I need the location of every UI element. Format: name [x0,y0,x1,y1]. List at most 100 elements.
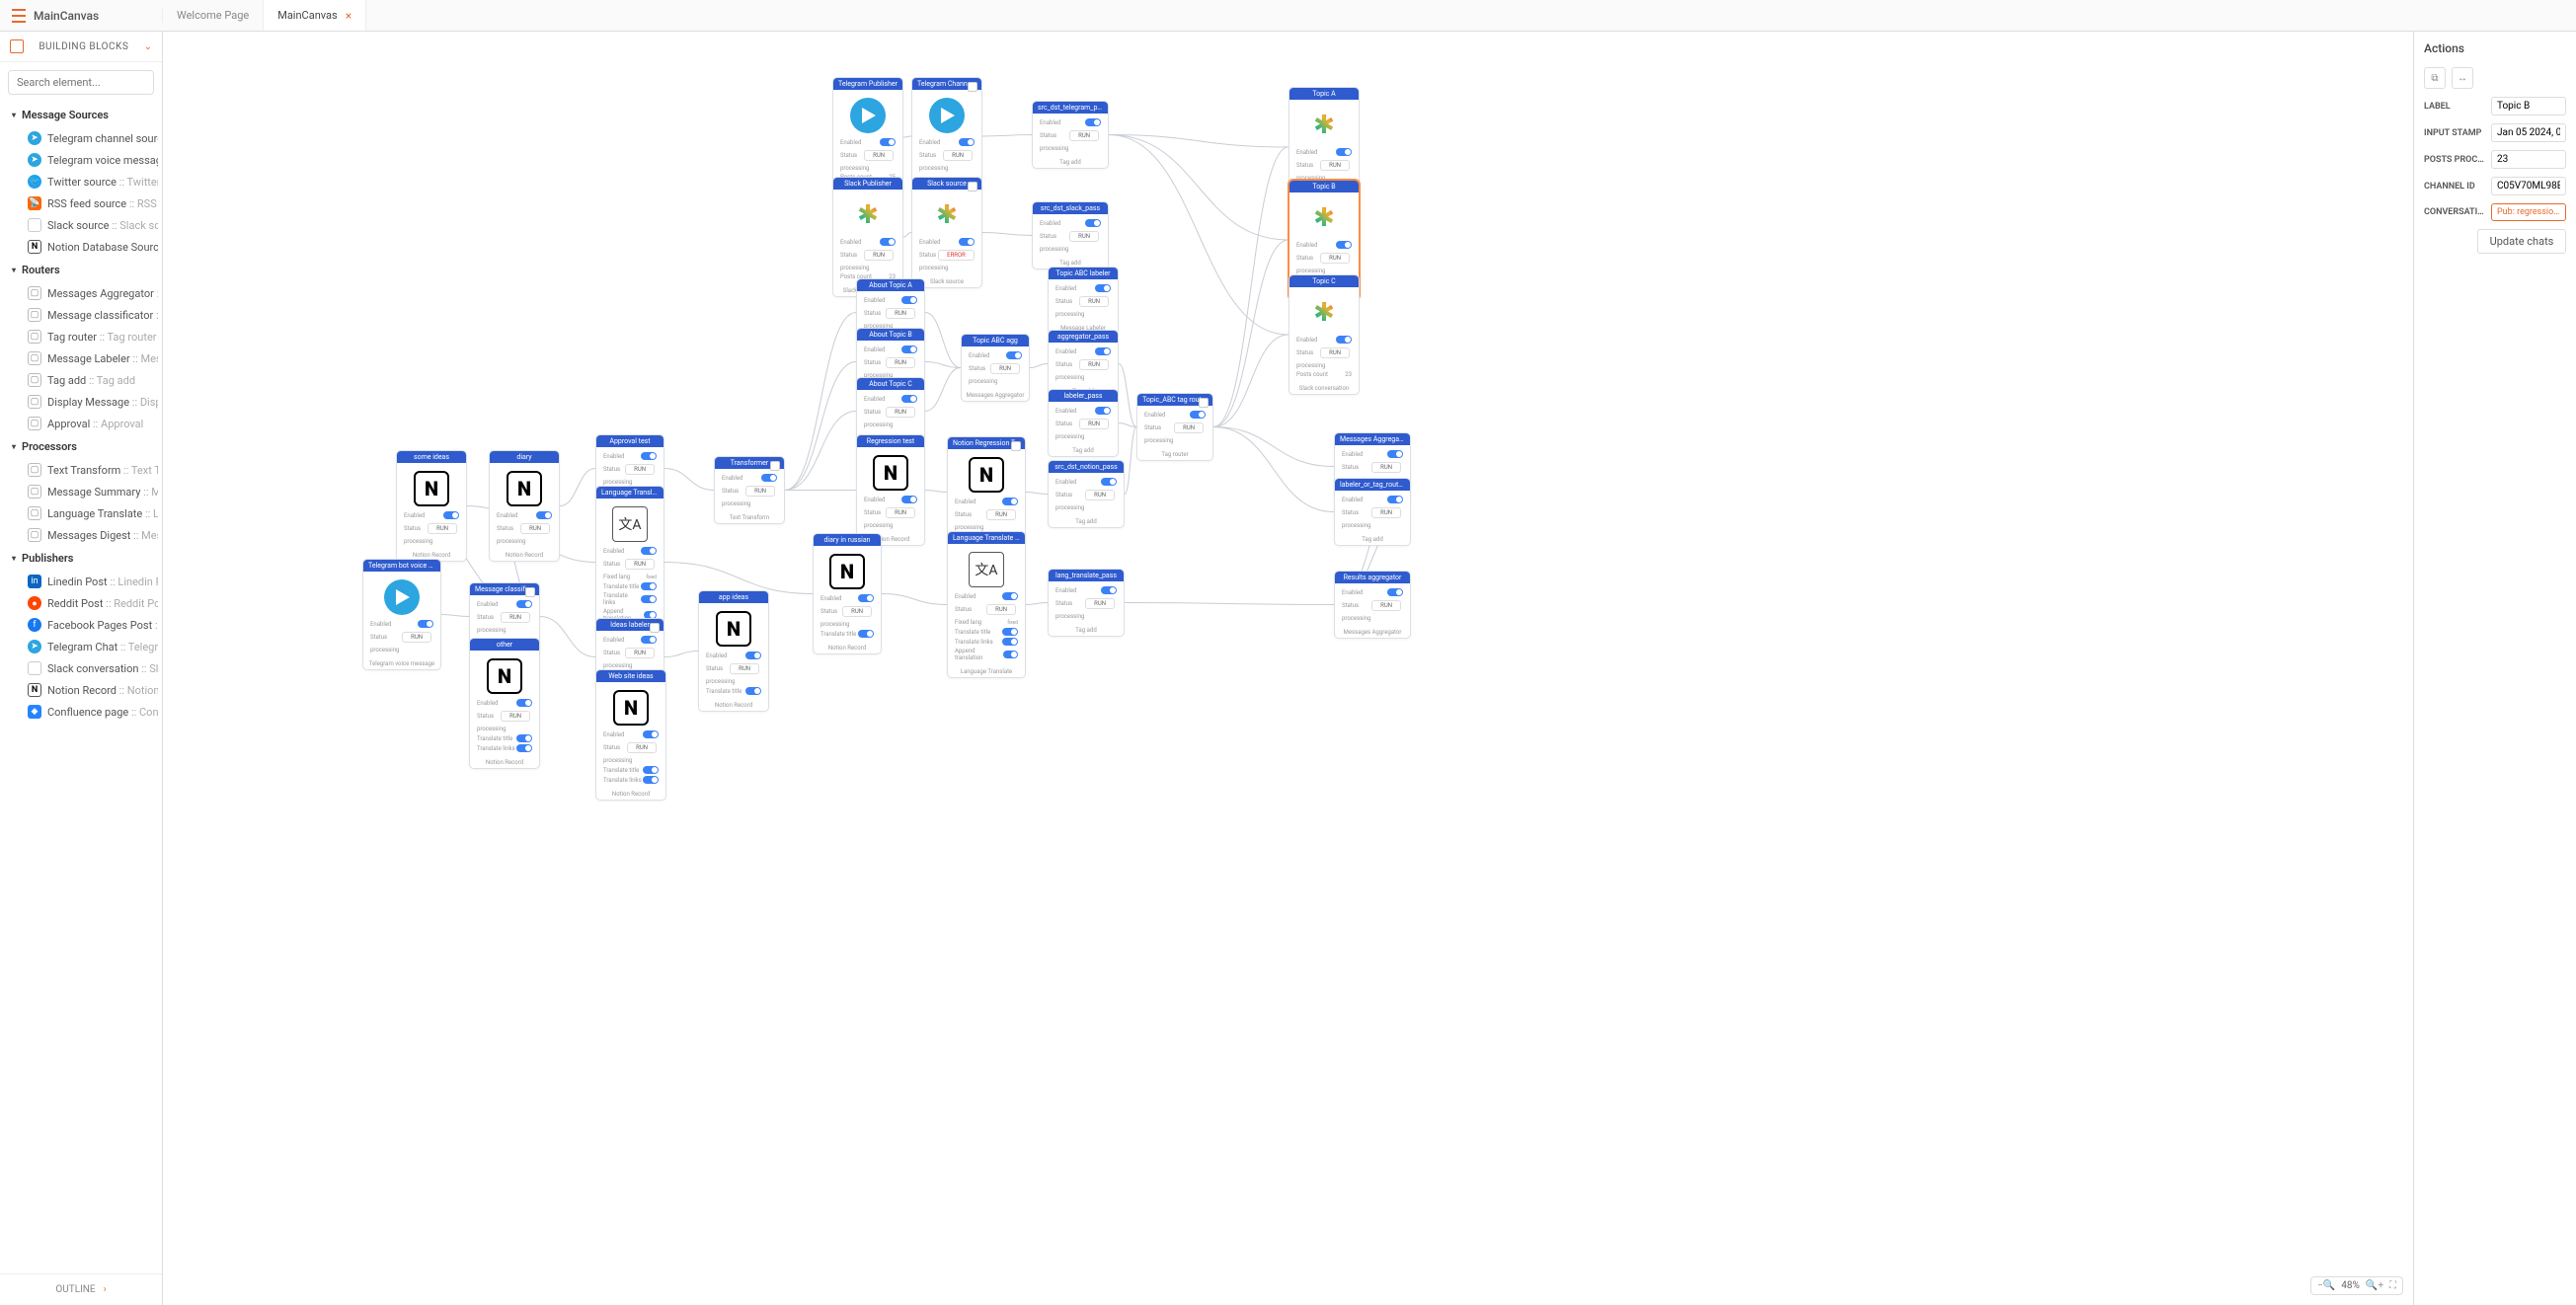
toggle[interactable] [1095,407,1111,415]
item-message-summary[interactable]: ▢Message Summary :: Mess... [4,481,158,502]
tab-maincanvas[interactable]: MainCanvas× [264,0,366,31]
node-src-dst-telegram-pass[interactable]: src_dst_telegram_passEnabledStatusRUNpro… [1032,101,1109,169]
run-button[interactable]: RUN [1371,600,1401,611]
toggle[interactable] [1387,450,1403,458]
toggle[interactable] [761,474,777,482]
toggle[interactable] [1101,478,1117,486]
group-processors[interactable]: ▾Processors [4,434,158,459]
toggle[interactable] [1085,118,1101,126]
item-text-transform[interactable]: ▢Text Transform :: Text Tra... [4,459,158,481]
run-button[interactable]: RUN [625,648,655,658]
toggle[interactable] [641,547,657,555]
item-messages-digest[interactable]: ▢Messages Digest :: Messag... [4,524,158,546]
node-src-dst-notion-pass[interactable]: src_dst_notion_passEnabledStatusRUNproce… [1048,460,1125,528]
item-confluence-page[interactable]: ◆Confluence page :: Conflue... [4,701,158,723]
run-button[interactable]: RUN [864,250,894,261]
run-button[interactable]: RUN [1079,419,1109,429]
toggle[interactable] [643,730,659,738]
toggle[interactable] [1095,284,1111,292]
toggle[interactable] [1387,496,1403,503]
conversation-select[interactable]: Pub: regression... [2491,203,2566,221]
group-publishers[interactable]: ▾Publishers [4,546,158,571]
toggle[interactable] [959,138,975,146]
copy-icon[interactable] [968,182,977,192]
copy-icon[interactable] [770,461,780,471]
item-tag-router[interactable]: ▢Tag router :: Tag router [4,326,158,347]
node-diary-in-russian[interactable]: diary in russianNEnabledStatusRUNprocess… [813,533,882,654]
channel-input[interactable] [2491,177,2566,195]
copy-icon[interactable] [650,623,660,633]
run-button[interactable]: RUN [1320,253,1350,264]
item-messages-aggregator[interactable]: ▢Messages Aggregator :: Me... [4,282,158,304]
toggle[interactable] [536,511,552,519]
run-button[interactable]: RUN [402,632,431,643]
group-message-sources[interactable]: ▾Message Sources [4,103,158,127]
item-telegram-channel-source[interactable]: ➤Telegram channel source :: ... [4,127,158,149]
zoom-in-icon[interactable]: 🔍+ [2366,1280,2383,1291]
toggle[interactable] [1006,351,1022,359]
node-topic-abc-tag-router[interactable]: Topic_ABC tag routerEnabledStatusRUNproc… [1136,393,1213,461]
node-lang-translate-pass[interactable]: lang_translate_passEnabledStatusRUNproce… [1048,569,1125,637]
toggle[interactable] [959,238,975,246]
node-topic-c[interactable]: Topic CEnabledStatusRUNprocessingPosts c… [1288,274,1360,395]
node-labeler-pass[interactable]: labeler_passEnabledStatusRUNprocessingTa… [1048,389,1119,457]
node-web-site-ideas[interactable]: Web site ideasNEnabledStatusRUNprocessin… [595,669,666,801]
run-button[interactable]: RUN [986,604,1016,615]
run-button[interactable]: RUN [730,663,759,674]
run-button[interactable]: RUN [842,606,872,617]
item-facebook-pages-post[interactable]: fFacebook Pages Post :: Fac... [4,614,158,636]
toggle[interactable] [901,496,917,503]
copy-icon[interactable] [968,82,977,92]
run-button[interactable]: RUN [886,308,915,319]
run-button[interactable]: RUN [501,711,530,722]
toggle[interactable] [901,395,917,403]
item-telegram-voice-message[interactable]: ➤Telegram voice message :: ... [4,149,158,171]
node-some-ideas[interactable]: some ideasNEnabledStatusRUNprocessingNot… [396,450,467,562]
toggle[interactable] [641,636,657,644]
run-button[interactable]: RUN [1320,160,1350,171]
run-button[interactable]: RUN [520,523,550,534]
run-button[interactable]: RUN [886,507,915,518]
canvas[interactable]: −🔍 48% 🔍+ ⛶ Telegram PublisherEnabledSta… [163,32,2413,1305]
node-topic-abc-agg[interactable]: Topic ABC aggEnabledStatusRUNprocessingM… [961,334,1030,402]
item-approval[interactable]: ▢Approval :: Approval [4,413,158,434]
node-results-aggregator[interactable]: Results aggregatorEnabledStatusRUNproces… [1334,571,1411,639]
toggle[interactable] [880,238,896,246]
copy-button[interactable]: ⧉ [2424,67,2446,89]
run-button[interactable]: RUN [1085,490,1115,500]
sidebar-header[interactable]: BUILDING BLOCKS ⌄ [0,32,162,62]
node-labeler-or-tag-router-fail[interactable]: labeler_or_tag_router_failEnabledStatusR… [1334,478,1411,546]
node-telegram-bot-voice[interactable]: Telegram bot voice messageEnabledStatusR… [362,559,441,670]
node-regression-test[interactable]: Regression testNEnabledStatusRUNprocessi… [856,434,925,546]
copy-icon[interactable] [525,587,535,597]
run-button[interactable]: RUN [986,509,1016,520]
toggle[interactable] [1190,411,1206,419]
copy-icon[interactable] [1199,398,1209,408]
item-message-classificator[interactable]: ▢Message classificator :: Me... [4,304,158,326]
run-button[interactable]: RUN [1085,598,1115,609]
toggle[interactable] [1002,498,1018,505]
item-tag-add[interactable]: ▢Tag add :: Tag add [4,369,158,391]
run-button[interactable]: RUN [428,523,457,534]
item-twitter-source[interactable]: 🐦Twitter source :: Twitter so... [4,171,158,192]
toggle[interactable] [516,699,532,707]
run-button[interactable]: RUN [864,150,894,161]
item-linedin-post[interactable]: inLinedin Post :: Linedin Post [4,571,158,592]
tab-welcome-page[interactable]: Welcome Page [163,0,264,31]
zoom-control[interactable]: −🔍 48% 🔍+ ⛶ [2310,1276,2403,1295]
item-slack-source[interactable]: ✱Slack source :: Slack source [4,214,158,236]
expand-button[interactable]: ↔ [2452,67,2473,89]
item-message-labeler[interactable]: ▢Message Labeler :: Messag... [4,347,158,369]
posts-input[interactable] [2491,150,2566,169]
item-telegram-chat[interactable]: ➤Telegram Chat :: Telegram ... [4,636,158,657]
copy-icon[interactable] [1011,441,1021,451]
item-notion-record[interactable]: NNotion Record :: Notion Rec... [4,679,158,701]
sidebar-footer[interactable]: OUTLINE › [0,1273,162,1305]
run-button[interactable]: RUN [1069,231,1099,242]
run-button[interactable]: RUN [1069,130,1099,141]
toggle[interactable] [516,600,532,608]
run-button[interactable]: RUN [886,407,915,418]
toggle[interactable] [901,345,917,353]
toggle[interactable] [1336,241,1352,249]
toggle[interactable] [418,620,433,628]
